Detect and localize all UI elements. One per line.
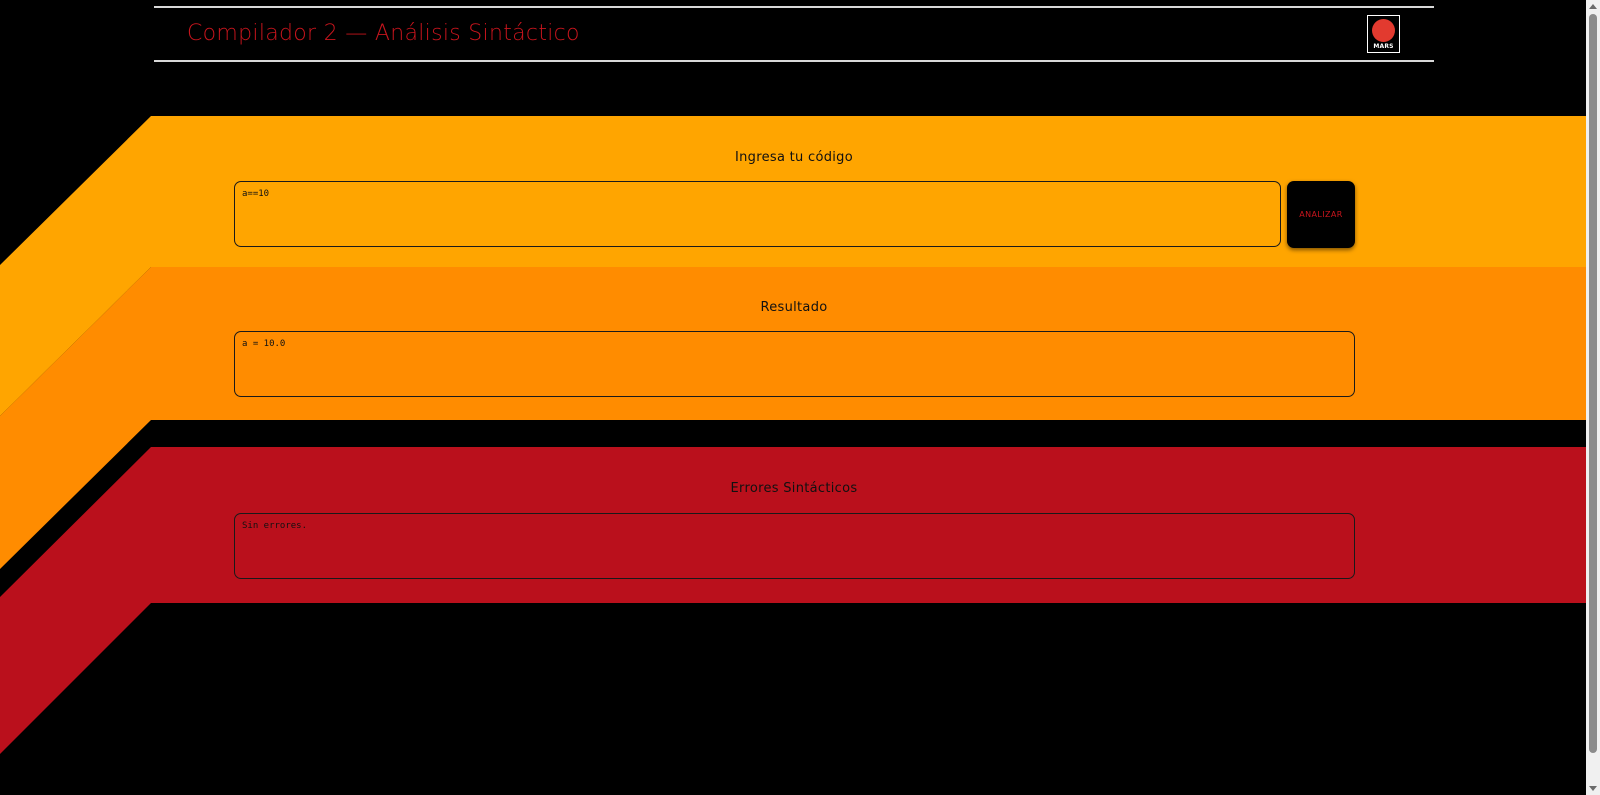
analyze-button[interactable]: ANALIZAR <box>1287 181 1355 248</box>
decorative-stripes <box>0 116 1588 754</box>
result-section-label: Resultado <box>760 300 828 315</box>
code-input[interactable]: a==10 <box>234 181 1281 247</box>
errors-section-label: Errores Sintácticos <box>730 481 858 496</box>
logo-text: MARS <box>1373 43 1394 50</box>
mars-logo: MARS <box>1367 15 1400 53</box>
errors-output[interactable]: Sin errores. <box>234 513 1355 579</box>
app-header: Compilador 2 — Análisis Sintáctico MARS <box>154 6 1434 62</box>
result-output[interactable]: a = 10.0 <box>234 331 1355 397</box>
scroll-thumb[interactable] <box>1589 14 1597 753</box>
input-section-label: Ingresa tu código <box>735 150 853 165</box>
vertical-scrollbar[interactable] <box>1586 0 1600 795</box>
page: Compilador 2 — Análisis Sintáctico MARS … <box>0 0 1600 795</box>
page-title: Compilador 2 — Análisis Sintáctico <box>187 21 580 46</box>
logo-circle-icon <box>1372 19 1395 42</box>
scroll-up-arrow-icon[interactable] <box>1589 4 1597 9</box>
scroll-down-arrow-icon[interactable] <box>1589 786 1597 791</box>
